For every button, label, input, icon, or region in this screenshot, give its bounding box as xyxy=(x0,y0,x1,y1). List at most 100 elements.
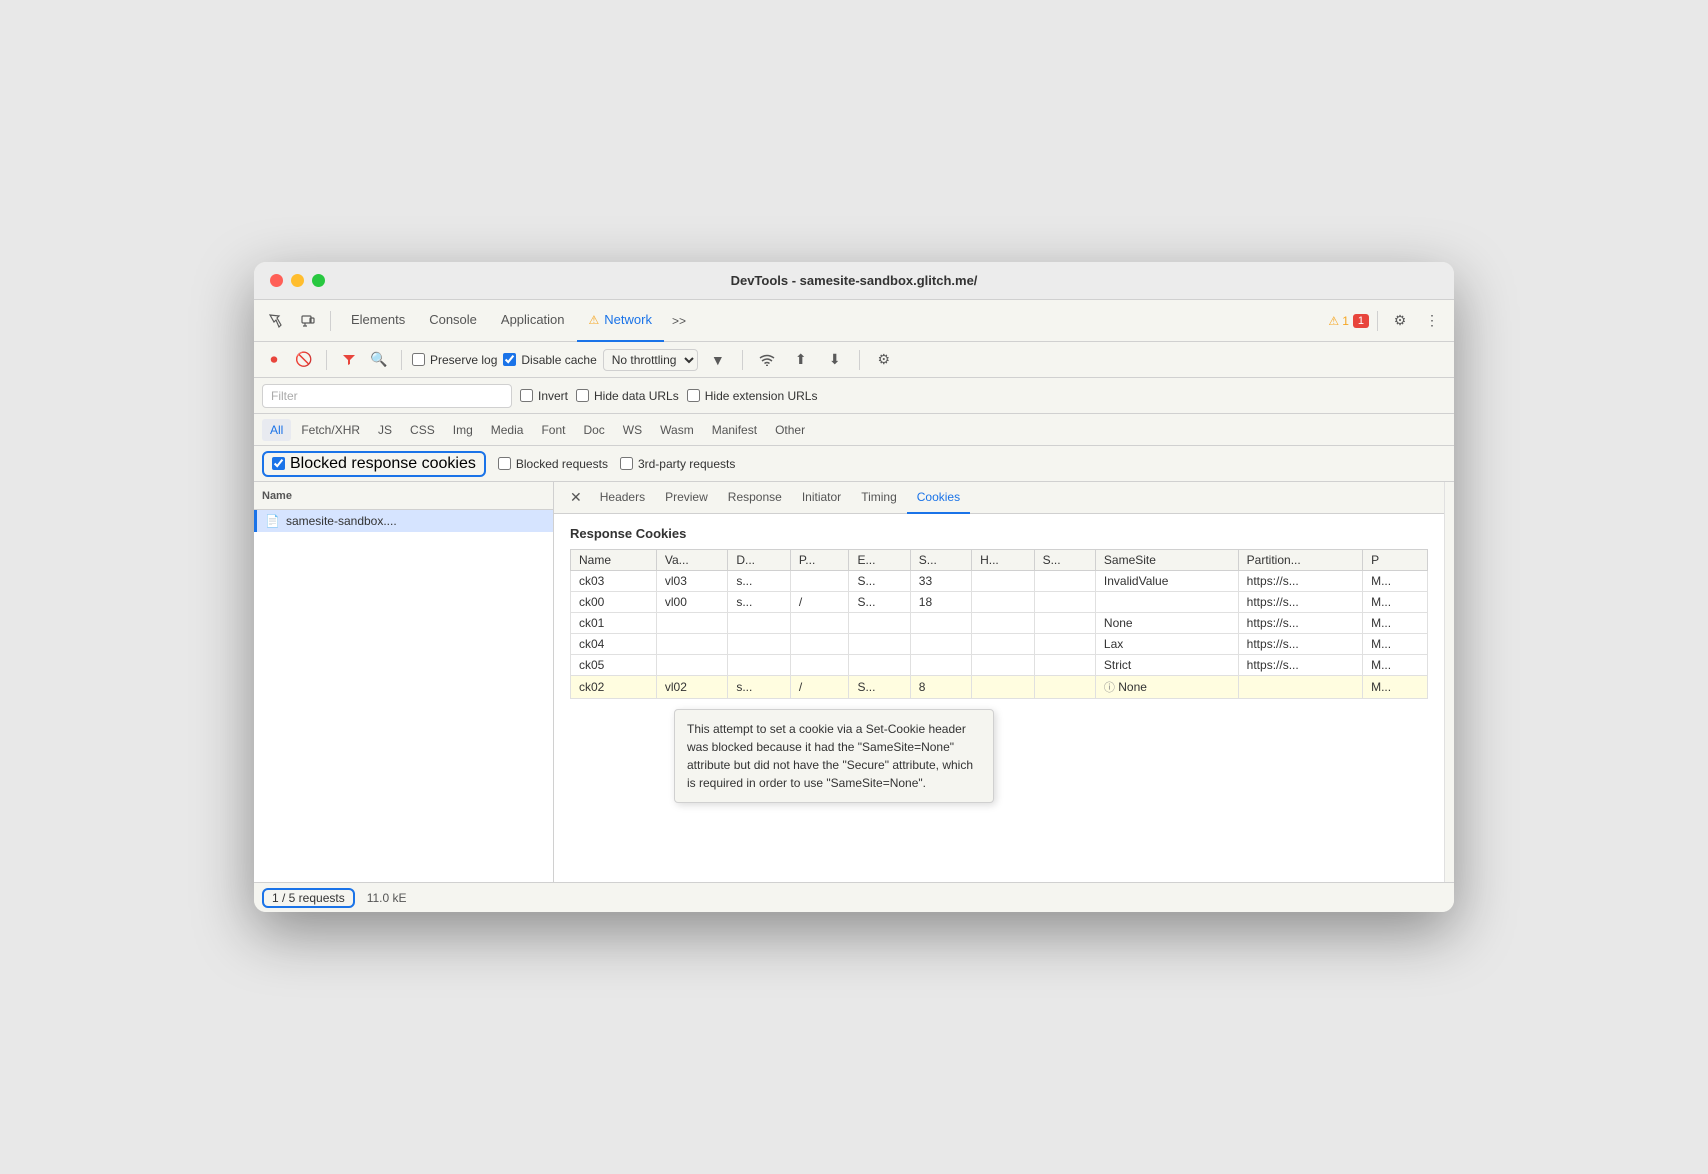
cell-httponly xyxy=(972,571,1034,592)
maximize-button[interactable] xyxy=(312,274,325,287)
download-icon[interactable]: ⬇ xyxy=(821,346,849,374)
table-row-highlighted[interactable]: ck02 vl02 s... / S... 8 ⓘ None xyxy=(571,676,1428,699)
device-icon[interactable] xyxy=(294,307,322,335)
col-httponly: H... xyxy=(972,550,1034,571)
cell-expires: S... xyxy=(849,676,910,699)
invert-checkbox[interactable] xyxy=(520,389,533,402)
network-settings-icon[interactable]: ⚙ xyxy=(870,346,898,374)
settings-icon[interactable]: ⚙ xyxy=(1386,307,1414,335)
resource-ws[interactable]: WS xyxy=(615,419,650,441)
tab-application[interactable]: Application xyxy=(489,300,577,342)
cell-path xyxy=(790,613,849,634)
resource-doc[interactable]: Doc xyxy=(575,419,612,441)
resource-fetch-xhr[interactable]: Fetch/XHR xyxy=(293,419,368,441)
search-icon[interactable]: 🔍 xyxy=(367,348,391,372)
tab-elements[interactable]: Elements xyxy=(339,300,417,342)
devtools-window: DevTools - samesite-sandbox.glitch.me/ E… xyxy=(254,262,1454,912)
third-party-label[interactable]: 3rd-party requests xyxy=(620,457,735,471)
tab-timing[interactable]: Timing xyxy=(851,482,907,514)
table-row[interactable]: ck01 None https://s... M... xyxy=(571,613,1428,634)
table-row[interactable]: ck04 Lax https://s... M... xyxy=(571,634,1428,655)
hide-data-urls-label[interactable]: Hide data URLs xyxy=(576,389,679,403)
cell-priority: M... xyxy=(1363,571,1428,592)
cell-size xyxy=(910,634,971,655)
throttle-select[interactable]: No throttling xyxy=(603,349,698,371)
main-area: Name 📄 samesite-sandbox.... ✕ Headers Pr… xyxy=(254,482,1454,882)
request-item[interactable]: 📄 samesite-sandbox.... xyxy=(254,510,553,532)
tab-preview[interactable]: Preview xyxy=(655,482,718,514)
minimize-button[interactable] xyxy=(291,274,304,287)
disable-cache-checkbox[interactable] xyxy=(503,353,516,366)
table-row[interactable]: ck00 vl00 s... / S... 18 https://s... M.… xyxy=(571,592,1428,613)
blocked-requests-label[interactable]: Blocked requests xyxy=(498,457,608,471)
invert-label[interactable]: Invert xyxy=(520,389,568,403)
tab-network[interactable]: ⚠ Network xyxy=(577,300,664,342)
disable-cache-label[interactable]: Disable cache xyxy=(503,353,596,367)
resource-other[interactable]: Other xyxy=(767,419,813,441)
main-toolbar: Elements Console Application ⚠ Network >… xyxy=(254,300,1454,342)
throttle-arrow-icon[interactable]: ▼ xyxy=(704,346,732,374)
blocked-response-cookies-filter[interactable]: Blocked response cookies xyxy=(262,451,486,477)
scrollbar[interactable] xyxy=(1444,482,1454,882)
transfer-size: 11.0 kE xyxy=(367,891,407,905)
preserve-log-checkbox[interactable] xyxy=(412,353,425,366)
filter-icon[interactable] xyxy=(337,348,361,372)
cell-size xyxy=(910,613,971,634)
cell-expires xyxy=(849,634,910,655)
window-title: DevTools - samesite-sandbox.glitch.me/ xyxy=(731,273,978,288)
cell-domain xyxy=(728,613,790,634)
resource-all[interactable]: All xyxy=(262,419,291,441)
error-badge[interactable]: 1 xyxy=(1353,314,1369,328)
close-button[interactable] xyxy=(270,274,283,287)
cell-httponly xyxy=(972,676,1034,699)
blocked-requests-checkbox[interactable] xyxy=(498,457,511,470)
tab-cookies[interactable]: Cookies xyxy=(907,482,970,514)
cell-priority: M... xyxy=(1363,634,1428,655)
table-row[interactable]: ck05 Strict https://s... M... xyxy=(571,655,1428,676)
tab-response[interactable]: Response xyxy=(718,482,792,514)
hide-data-urls-checkbox[interactable] xyxy=(576,389,589,402)
resource-js[interactable]: JS xyxy=(370,419,400,441)
preserve-log-label[interactable]: Preserve log xyxy=(412,353,497,367)
network-toolbar: ⏺ 🚫 🔍 Preserve log Disable cache No thro… xyxy=(254,342,1454,378)
cell-samesite: Strict xyxy=(1095,655,1238,676)
cell-partition xyxy=(1238,676,1362,699)
record-button[interactable]: ⏺ xyxy=(262,348,286,372)
cookie-tooltip: This attempt to set a cookie via a Set-C… xyxy=(674,709,994,803)
filter-input[interactable] xyxy=(262,384,512,408)
resource-font[interactable]: Font xyxy=(533,419,573,441)
warning-badge[interactable]: ⚠ 1 xyxy=(1328,314,1348,328)
tab-console[interactable]: Console xyxy=(417,300,489,342)
cell-value: vl03 xyxy=(656,571,727,592)
cell-value xyxy=(656,634,727,655)
clear-button[interactable]: 🚫 xyxy=(292,348,316,372)
resource-css[interactable]: CSS xyxy=(402,419,443,441)
tab-more[interactable]: >> xyxy=(664,300,694,342)
cell-samesite: None xyxy=(1095,613,1238,634)
cell-expires: S... xyxy=(849,592,910,613)
blocked-response-checkbox[interactable] xyxy=(272,457,285,470)
cell-name: ck00 xyxy=(571,592,657,613)
resource-img[interactable]: Img xyxy=(445,419,481,441)
more-icon[interactable]: ⋮ xyxy=(1418,307,1446,335)
divider5 xyxy=(742,350,743,370)
tab-initiator[interactable]: Initiator xyxy=(792,482,851,514)
warning-icon: ⚠ xyxy=(1328,314,1339,328)
hide-ext-urls-checkbox[interactable] xyxy=(687,389,700,402)
resource-manifest[interactable]: Manifest xyxy=(704,419,765,441)
divider xyxy=(330,311,331,331)
cell-expires: S... xyxy=(849,571,910,592)
cell-value: vl02 xyxy=(656,676,727,699)
cell-value xyxy=(656,613,727,634)
upload-icon[interactable]: ⬆ xyxy=(787,346,815,374)
hide-ext-urls-label[interactable]: Hide extension URLs xyxy=(687,389,818,403)
name-header: Name xyxy=(262,490,292,502)
tab-headers[interactable]: Headers xyxy=(590,482,655,514)
table-row[interactable]: ck03 vl03 s... S... 33 InvalidValue http… xyxy=(571,571,1428,592)
inspect-icon[interactable] xyxy=(262,307,290,335)
wifi-icon[interactable] xyxy=(753,346,781,374)
resource-wasm[interactable]: Wasm xyxy=(652,419,702,441)
resource-media[interactable]: Media xyxy=(483,419,532,441)
close-detail-icon[interactable]: ✕ xyxy=(562,489,590,506)
third-party-checkbox[interactable] xyxy=(620,457,633,470)
